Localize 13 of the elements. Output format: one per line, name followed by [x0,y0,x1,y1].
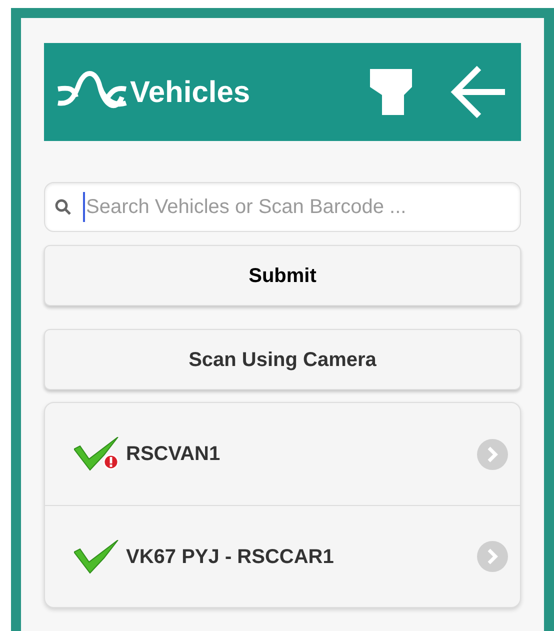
back-arrow-icon[interactable] [449,63,507,121]
vehicle-label: RSCVAN1 [126,442,222,467]
search-field[interactable]: Search Vehicles or Scan Barcode ... [44,182,521,232]
header-title: Vehicles [130,74,250,110]
chevron-right-icon [477,541,508,572]
vehicle-row[interactable]: VK67 PYJ - RSCCAR1 [45,505,520,607]
vehicle-row[interactable]: RSCVAN1 [45,403,520,505]
filter-icon[interactable] [370,69,414,115]
submit-button[interactable]: Submit [44,245,521,306]
scan-camera-button[interactable]: Scan Using Camera [44,329,521,390]
vehicle-label: VK67 PYJ - RSCCAR1 [126,544,335,570]
chevron-right-icon [477,438,508,470]
search-icon [55,199,71,215]
